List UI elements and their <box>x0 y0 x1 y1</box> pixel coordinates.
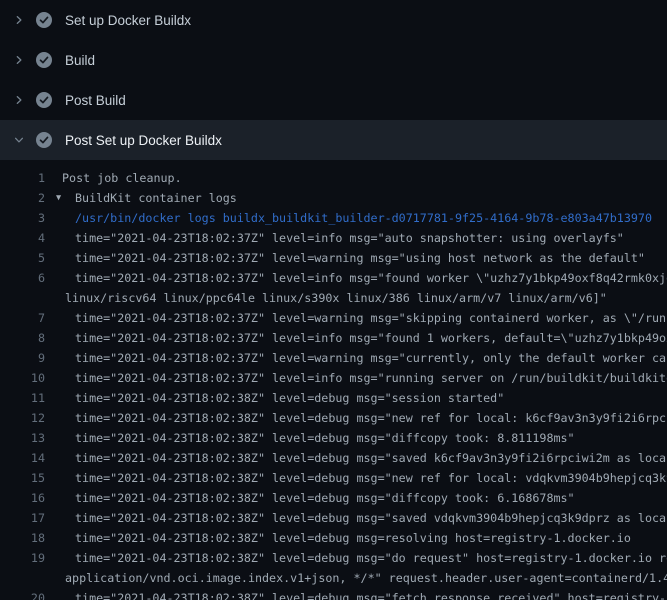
log-text: application/vnd.oci.image.index.v1+json,… <box>45 568 667 588</box>
line-number[interactable]: 4 <box>0 228 45 248</box>
line-number[interactable]: 17 <box>0 508 45 528</box>
log-text: time="2021-04-23T18:02:37Z" level=warnin… <box>45 248 667 268</box>
chevron-right-icon[interactable] <box>12 53 26 67</box>
check-circle-icon <box>36 52 52 68</box>
step-label: Set up Docker Buildx <box>65 13 191 28</box>
line-number[interactable]: 1 <box>0 168 45 188</box>
group-toggle-icon[interactable]: ▼ <box>45 188 75 208</box>
log-text: time="2021-04-23T18:02:38Z" level=debug … <box>45 428 667 448</box>
log-text: time="2021-04-23T18:02:38Z" level=debug … <box>45 468 667 488</box>
log-text: linux/riscv64 linux/ppc64le linux/s390x … <box>45 288 667 308</box>
log-row: 18 time="2021-04-23T18:02:38Z" level=deb… <box>0 528 667 548</box>
step-row-set-up-docker-buildx[interactable]: Set up Docker Buildx <box>0 0 667 40</box>
log-row: 16 time="2021-04-23T18:02:38Z" level=deb… <box>0 488 667 508</box>
log-text: time="2021-04-23T18:02:37Z" level=warnin… <box>45 308 667 328</box>
line-number[interactable]: 18 <box>0 528 45 548</box>
log-row: 5 time="2021-04-23T18:02:37Z" level=warn… <box>0 248 667 268</box>
log-row: 20 time="2021-04-23T18:02:38Z" level=deb… <box>0 588 667 600</box>
log-row: 17 time="2021-04-23T18:02:38Z" level=deb… <box>0 508 667 528</box>
log-row: 12 time="2021-04-23T18:02:38Z" level=deb… <box>0 408 667 428</box>
log-row: 15 time="2021-04-23T18:02:38Z" level=deb… <box>0 468 667 488</box>
chevron-right-icon[interactable] <box>12 13 26 27</box>
log-row: application/vnd.oci.image.index.v1+json,… <box>0 568 667 588</box>
log-text: time="2021-04-23T18:02:38Z" level=debug … <box>45 448 667 468</box>
chevron-right-icon[interactable] <box>12 93 26 107</box>
log-text: BuildKit container logs <box>75 188 667 208</box>
log-row: 11 time="2021-04-23T18:02:38Z" level=deb… <box>0 388 667 408</box>
line-number[interactable]: 19 <box>0 548 45 568</box>
log-row: 1 Post job cleanup. <box>0 168 667 188</box>
chevron-down-icon[interactable] <box>12 133 26 147</box>
line-number[interactable]: 13 <box>0 428 45 448</box>
log-row: 7 time="2021-04-23T18:02:37Z" level=warn… <box>0 308 667 328</box>
check-circle-icon <box>36 12 52 28</box>
log-row: 10 time="2021-04-23T18:02:37Z" level=inf… <box>0 368 667 388</box>
log-text: time="2021-04-23T18:02:38Z" level=debug … <box>45 388 667 408</box>
line-number[interactable]: 20 <box>0 588 45 600</box>
log-text: time="2021-04-23T18:02:37Z" level=warnin… <box>45 348 667 368</box>
log-text: Post job cleanup. <box>45 168 667 188</box>
check-circle-icon <box>36 92 52 108</box>
log-text: time="2021-04-23T18:02:38Z" level=debug … <box>45 508 667 528</box>
step-label: Build <box>65 53 95 68</box>
log-text: time="2021-04-23T18:02:38Z" level=debug … <box>45 588 667 600</box>
log-row: 2 ▼BuildKit container logs <box>0 188 667 208</box>
step-row-post-build[interactable]: Post Build <box>0 80 667 120</box>
line-number[interactable]: 7 <box>0 308 45 328</box>
line-number[interactable]: 10 <box>0 368 45 388</box>
log-area: 1 Post job cleanup. 2 ▼BuildKit containe… <box>0 160 667 600</box>
log-text: time="2021-04-23T18:02:37Z" level=info m… <box>45 328 667 348</box>
log-text: time="2021-04-23T18:02:37Z" level=info m… <box>45 368 667 388</box>
log-row: 3 /usr/bin/docker logs buildx_buildkit_b… <box>0 208 667 228</box>
step-row-build[interactable]: Build <box>0 40 667 80</box>
line-number[interactable]: 12 <box>0 408 45 428</box>
log-row: 19 time="2021-04-23T18:02:38Z" level=deb… <box>0 548 667 568</box>
log-row: 8 time="2021-04-23T18:02:37Z" level=info… <box>0 328 667 348</box>
line-number[interactable] <box>0 288 45 308</box>
log-row: 9 time="2021-04-23T18:02:37Z" level=warn… <box>0 348 667 368</box>
line-number[interactable]: 3 <box>0 208 45 228</box>
log-text: time="2021-04-23T18:02:38Z" level=debug … <box>45 488 667 508</box>
log-text: time="2021-04-23T18:02:37Z" level=info m… <box>45 268 667 288</box>
steps-list: Set up Docker Buildx Build P <box>0 0 667 160</box>
log-text: time="2021-04-23T18:02:38Z" level=debug … <box>45 548 667 568</box>
step-row-post-set-up-docker-buildx[interactable]: Post Set up Docker Buildx <box>0 120 667 160</box>
step-label: Post Build <box>65 93 126 108</box>
line-number[interactable]: 5 <box>0 248 45 268</box>
log-text: time="2021-04-23T18:02:38Z" level=debug … <box>45 408 667 428</box>
line-number[interactable]: 8 <box>0 328 45 348</box>
line-number[interactable]: 2 <box>0 188 45 208</box>
log-row: 4 time="2021-04-23T18:02:37Z" level=info… <box>0 228 667 248</box>
log-row: 13 time="2021-04-23T18:02:38Z" level=deb… <box>0 428 667 448</box>
log-row: 14 time="2021-04-23T18:02:38Z" level=deb… <box>0 448 667 468</box>
line-number[interactable]: 9 <box>0 348 45 368</box>
actions-log-viewer: Set up Docker Buildx Build P <box>0 0 667 600</box>
check-circle-icon <box>36 132 52 148</box>
line-number[interactable]: 15 <box>0 468 45 488</box>
log-row: linux/riscv64 linux/ppc64le linux/s390x … <box>0 288 667 308</box>
line-number[interactable]: 6 <box>0 268 45 288</box>
line-number[interactable]: 16 <box>0 488 45 508</box>
log-command-text: /usr/bin/docker logs buildx_buildkit_bui… <box>45 208 667 228</box>
line-number[interactable] <box>0 568 45 588</box>
line-number[interactable]: 14 <box>0 448 45 468</box>
log-row: 6 time="2021-04-23T18:02:37Z" level=info… <box>0 268 667 288</box>
step-label: Post Set up Docker Buildx <box>65 133 222 148</box>
log-text: time="2021-04-23T18:02:38Z" level=debug … <box>45 528 667 548</box>
log-text: time="2021-04-23T18:02:37Z" level=info m… <box>45 228 667 248</box>
line-number[interactable]: 11 <box>0 388 45 408</box>
